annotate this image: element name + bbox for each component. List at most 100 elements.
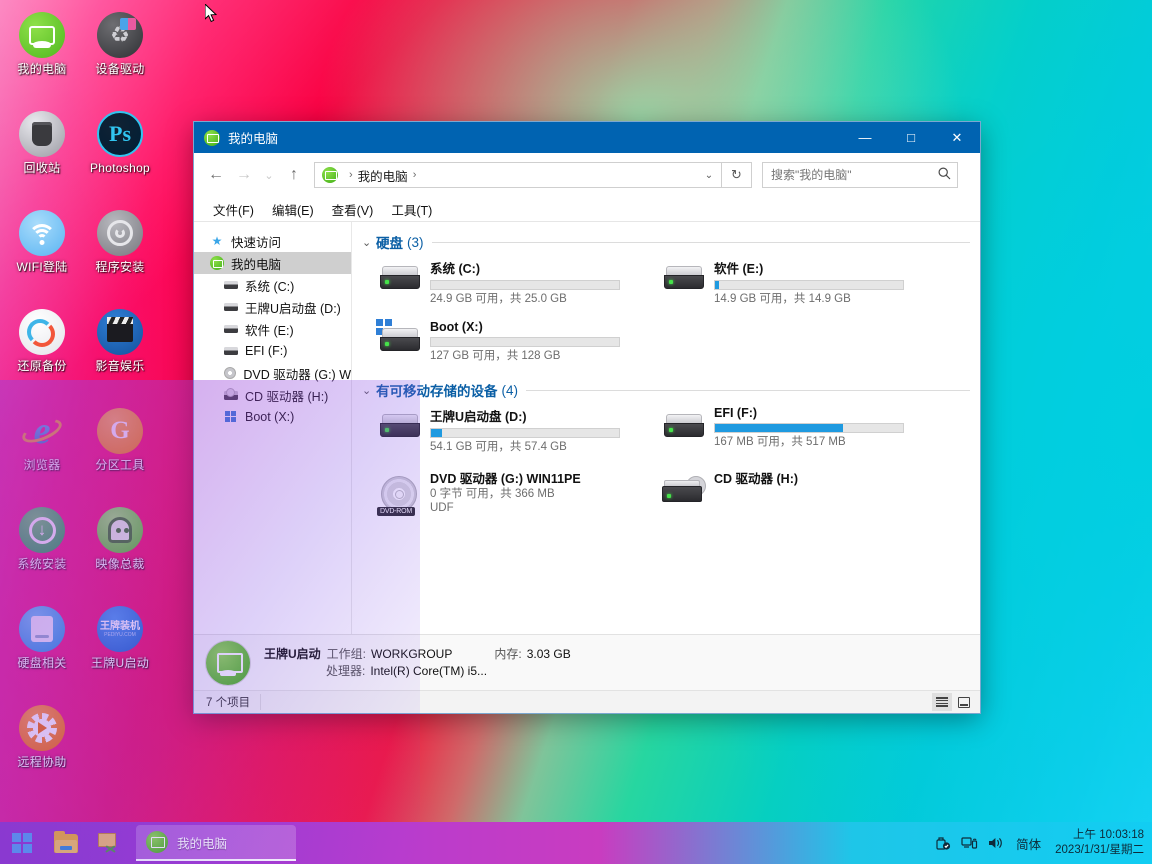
- taskbar-item-my-computer[interactable]: 我的电脑: [136, 825, 296, 861]
- desktop-icon-device-driver[interactable]: ♻ 设备驱动: [82, 6, 158, 105]
- drive-capacity-text: 54.1 GB 可用，共 57.4 GB: [430, 441, 567, 453]
- tree-item-quick-access[interactable]: ★ 快速访问: [194, 230, 351, 252]
- desktop-icon-label: 系统安装: [17, 557, 67, 571]
- tree-item-dvd-g[interactable]: DVD 驱动器 (G:) W: [194, 362, 351, 384]
- desktop-icon-remote-assist[interactable]: 远程协助: [4, 699, 80, 798]
- tree-item-label: 快速访问: [231, 235, 282, 250]
- desktop-icon-partition-tool[interactable]: G 分区工具: [82, 402, 158, 501]
- file-explorer-icon[interactable]: [44, 822, 88, 864]
- close-button[interactable]: ✕: [934, 122, 980, 153]
- snipping-tool-icon[interactable]: [88, 822, 132, 864]
- capacity-bar: [430, 280, 620, 290]
- drive-tile-boot-x[interactable]: Boot (X:) 127 GB 可用，共 128 GB: [372, 318, 644, 374]
- window-body: ★ 快速访问 我的电脑 系统 (C:) 王牌U启动盘 (D:) 软件 (E:) …: [194, 221, 980, 634]
- photoshop-icon: Ps: [97, 111, 143, 157]
- my-computer-icon: [204, 129, 220, 146]
- menu-item-edit[interactable]: 编辑(E): [263, 200, 323, 219]
- memory-value: 3.03 GB: [526, 646, 571, 661]
- restore-backup-icon: [19, 309, 65, 355]
- file-explorer-window[interactable]: 我的电脑 — □ ✕ ← → ⌄ ↑ › 我的电脑 › ⌄ ↻ 搜索"我的电脑"…: [194, 122, 980, 713]
- view-toggles: [932, 693, 974, 711]
- menu-item-tools[interactable]: 工具(T): [382, 200, 441, 219]
- group-divider: [526, 389, 970, 391]
- memory-label: 内存:: [494, 646, 522, 661]
- hdd-icon: [374, 258, 426, 290]
- status-bar: 7 个项目: [194, 690, 980, 713]
- drive-tiles-removable: 王牌U启动盘 (D:) 54.1 GB 可用，共 57.4 GB EFI (F:…: [372, 404, 970, 522]
- content-pane[interactable]: ⌄ 硬盘 (3) 系统 (C:) 24.9 GB 可用，共 25.0 GB 软件…: [352, 222, 980, 634]
- navigation-tree[interactable]: ★ 快速访问 我的电脑 系统 (C:) 王牌U启动盘 (D:) 软件 (E:) …: [194, 222, 352, 634]
- window-controls: — □ ✕: [842, 122, 980, 153]
- drive-icon: [222, 281, 240, 289]
- pc-name: 王牌U启动: [264, 646, 321, 661]
- desktop-icon-program-install[interactable]: 程序安装: [82, 204, 158, 303]
- tree-item-label: DVD 驱动器 (G:) W: [243, 367, 351, 382]
- breadcrumb[interactable]: 我的电脑: [358, 166, 408, 185]
- safely-remove-hardware-icon[interactable]: [930, 822, 956, 864]
- desktop[interactable]: 我的电脑 ♻ 设备驱动 回收站 Ps Photoshop WIFI登陆 程序安装: [0, 0, 1152, 864]
- wangpai-badge-sub: PEDIYU.COM: [104, 631, 136, 638]
- chevron-down-icon[interactable]: ⌄: [362, 384, 376, 397]
- refresh-button[interactable]: ↻: [722, 162, 752, 188]
- desktop-icon-browser[interactable]: e 浏览器: [4, 402, 80, 501]
- desktop-icon-wifi-login[interactable]: WIFI登陆: [4, 204, 80, 303]
- tiles-view-icon[interactable]: [954, 693, 974, 711]
- desktop-icon-media-entertainment[interactable]: 影音娱乐: [82, 303, 158, 402]
- drive-name: 系统 (C:): [430, 262, 480, 276]
- desktop-icon-photoshop[interactable]: Ps Photoshop: [82, 105, 158, 204]
- chevron-down-icon[interactable]: ⌄: [362, 236, 376, 249]
- breadcrumb-separator-trailing: ›: [412, 169, 417, 181]
- back-button[interactable]: ←: [202, 161, 230, 189]
- group-header-removable-storage[interactable]: ⌄ 有可移动存储的设备 (4): [362, 380, 970, 400]
- menu-item-view[interactable]: 查看(V): [323, 200, 383, 219]
- my-computer-icon: [208, 256, 226, 270]
- desktop-icon-recycle-bin[interactable]: 回收站: [4, 105, 80, 204]
- desktop-icon-label: 设备驱动: [95, 62, 145, 76]
- tree-item-my-computer[interactable]: 我的电脑: [194, 252, 351, 274]
- drive-tile-cd-h[interactable]: CD 驱动器 (H:): [656, 466, 928, 522]
- capacity-bar: [430, 428, 620, 438]
- drive-tile-software-e[interactable]: 软件 (E:) 14.9 GB 可用，共 14.9 GB: [656, 256, 928, 312]
- desktop-icon-image-ghost[interactable]: 映像总裁: [82, 501, 158, 600]
- my-computer-icon: [322, 167, 338, 183]
- desktop-icon-my-computer[interactable]: 我的电脑: [4, 6, 80, 105]
- ime-indicator[interactable]: 简体: [1008, 834, 1049, 853]
- window-title-bar[interactable]: 我的电脑 — □ ✕: [194, 122, 980, 153]
- start-icon[interactable]: [0, 822, 44, 864]
- drive-tile-system-c[interactable]: 系统 (C:) 24.9 GB 可用，共 25.0 GB: [372, 256, 644, 312]
- tree-item-usb-d[interactable]: 王牌U启动盘 (D:): [194, 296, 351, 318]
- tree-item-efi-f[interactable]: EFI (F:): [194, 340, 351, 362]
- taskbar[interactable]: 我的电脑 简体 上午 10:03:18 2023/1/31/星期二: [0, 822, 1152, 864]
- tree-item-cd-h[interactable]: CD 驱动器 (H:): [194, 384, 351, 406]
- search-input[interactable]: [771, 168, 931, 182]
- desktop-icon-wangpai-usb[interactable]: 王牌装机 PEDIYU.COM 王牌U启动: [82, 600, 158, 699]
- chevron-down-icon[interactable]: ⌄: [697, 170, 721, 181]
- search-box[interactable]: [762, 162, 958, 188]
- tree-item-software-e[interactable]: 软件 (E:): [194, 318, 351, 340]
- clock[interactable]: 上午 10:03:18 2023/1/31/星期二: [1049, 828, 1144, 858]
- tree-item-system-c[interactable]: 系统 (C:): [194, 274, 351, 296]
- drive-tile-dvd-g[interactable]: DVD-ROM DVD 驱动器 (G:) WIN11PE 0 字节 可用，共 3…: [372, 466, 644, 522]
- drive-tile-efi-f[interactable]: EFI (F:) 167 MB 可用，共 517 MB: [656, 404, 928, 460]
- volume-icon[interactable]: [982, 822, 1008, 864]
- desktop-icon-label: 我的电脑: [17, 62, 67, 76]
- recent-locations-icon[interactable]: ⌄: [258, 161, 280, 189]
- address-bar[interactable]: › 我的电脑 › ⌄: [314, 162, 722, 188]
- drive-tile-usb-d[interactable]: 王牌U启动盘 (D:) 54.1 GB 可用，共 57.4 GB: [372, 404, 644, 460]
- tree-item-boot-x[interactable]: Boot (X:): [194, 406, 351, 428]
- menu-item-file[interactable]: 文件(F): [204, 200, 263, 219]
- drive-name: 软件 (E:): [714, 262, 764, 276]
- maximize-button[interactable]: □: [888, 122, 934, 153]
- capacity-bar: [714, 280, 904, 290]
- forward-button[interactable]: →: [230, 161, 258, 189]
- desktop-icon-system-install[interactable]: 系统安装: [4, 501, 80, 600]
- up-button[interactable]: ↑: [280, 161, 308, 189]
- desktop-icon-label: WIFI登陆: [16, 260, 68, 274]
- network-icon[interactable]: [956, 822, 982, 864]
- drive-tiles-hard-disks: 系统 (C:) 24.9 GB 可用，共 25.0 GB 软件 (E:) 14.…: [372, 256, 970, 374]
- minimize-button[interactable]: —: [842, 122, 888, 153]
- desktop-icon-hard-disk-tools[interactable]: 硬盘相关: [4, 600, 80, 699]
- desktop-icon-restore-backup[interactable]: 还原备份: [4, 303, 80, 402]
- details-view-icon[interactable]: [932, 693, 952, 711]
- group-header-hard-disks[interactable]: ⌄ 硬盘 (3): [362, 232, 970, 252]
